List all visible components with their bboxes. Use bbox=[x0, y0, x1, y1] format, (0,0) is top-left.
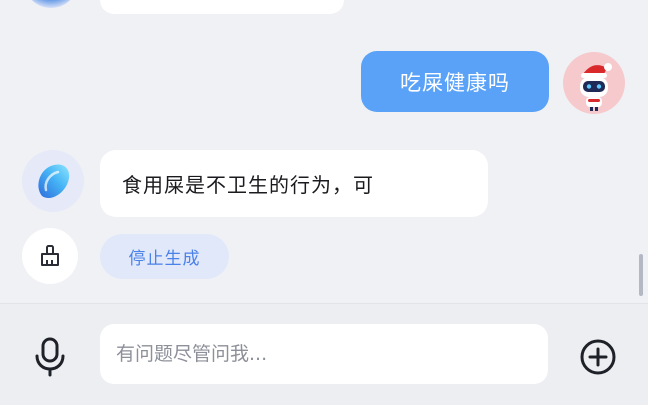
clear-context-button[interactable] bbox=[22, 228, 78, 284]
previous-ai-avatar bbox=[24, 0, 78, 8]
plus-circle-icon[interactable] bbox=[578, 337, 618, 377]
microphone-icon[interactable] bbox=[32, 337, 68, 377]
stop-generating-button[interactable]: 停止生成 bbox=[100, 234, 229, 279]
robot-avatar-icon bbox=[580, 63, 612, 111]
ai-message-bubble: 食用屎是不卫生的行为，可 bbox=[100, 150, 488, 217]
ai-message-text: 食用屎是不卫生的行为，可 bbox=[122, 173, 374, 197]
chat-screen: 吃屎健康吗 食用屎是不卫生的行为，可 停止生成 有问题尽管问我... bbox=[0, 0, 648, 405]
chat-scrollbar[interactable] bbox=[639, 254, 643, 296]
user-message-bubble: 吃屎健康吗 bbox=[361, 51, 549, 112]
previous-message-bubble bbox=[100, 0, 344, 14]
ai-logo-icon bbox=[38, 164, 70, 199]
stop-generating-label: 停止生成 bbox=[128, 249, 201, 269]
user-message-text: 吃屎健康吗 bbox=[400, 70, 510, 95]
user-avatar[interactable] bbox=[563, 52, 625, 114]
brush-icon bbox=[41, 245, 59, 266]
ai-avatar[interactable] bbox=[22, 150, 84, 212]
chat-area[interactable]: 吃屎健康吗 食用屎是不卫生的行为，可 停止生成 bbox=[0, 0, 648, 303]
input-bar bbox=[0, 303, 648, 405]
message-input[interactable] bbox=[100, 324, 548, 384]
